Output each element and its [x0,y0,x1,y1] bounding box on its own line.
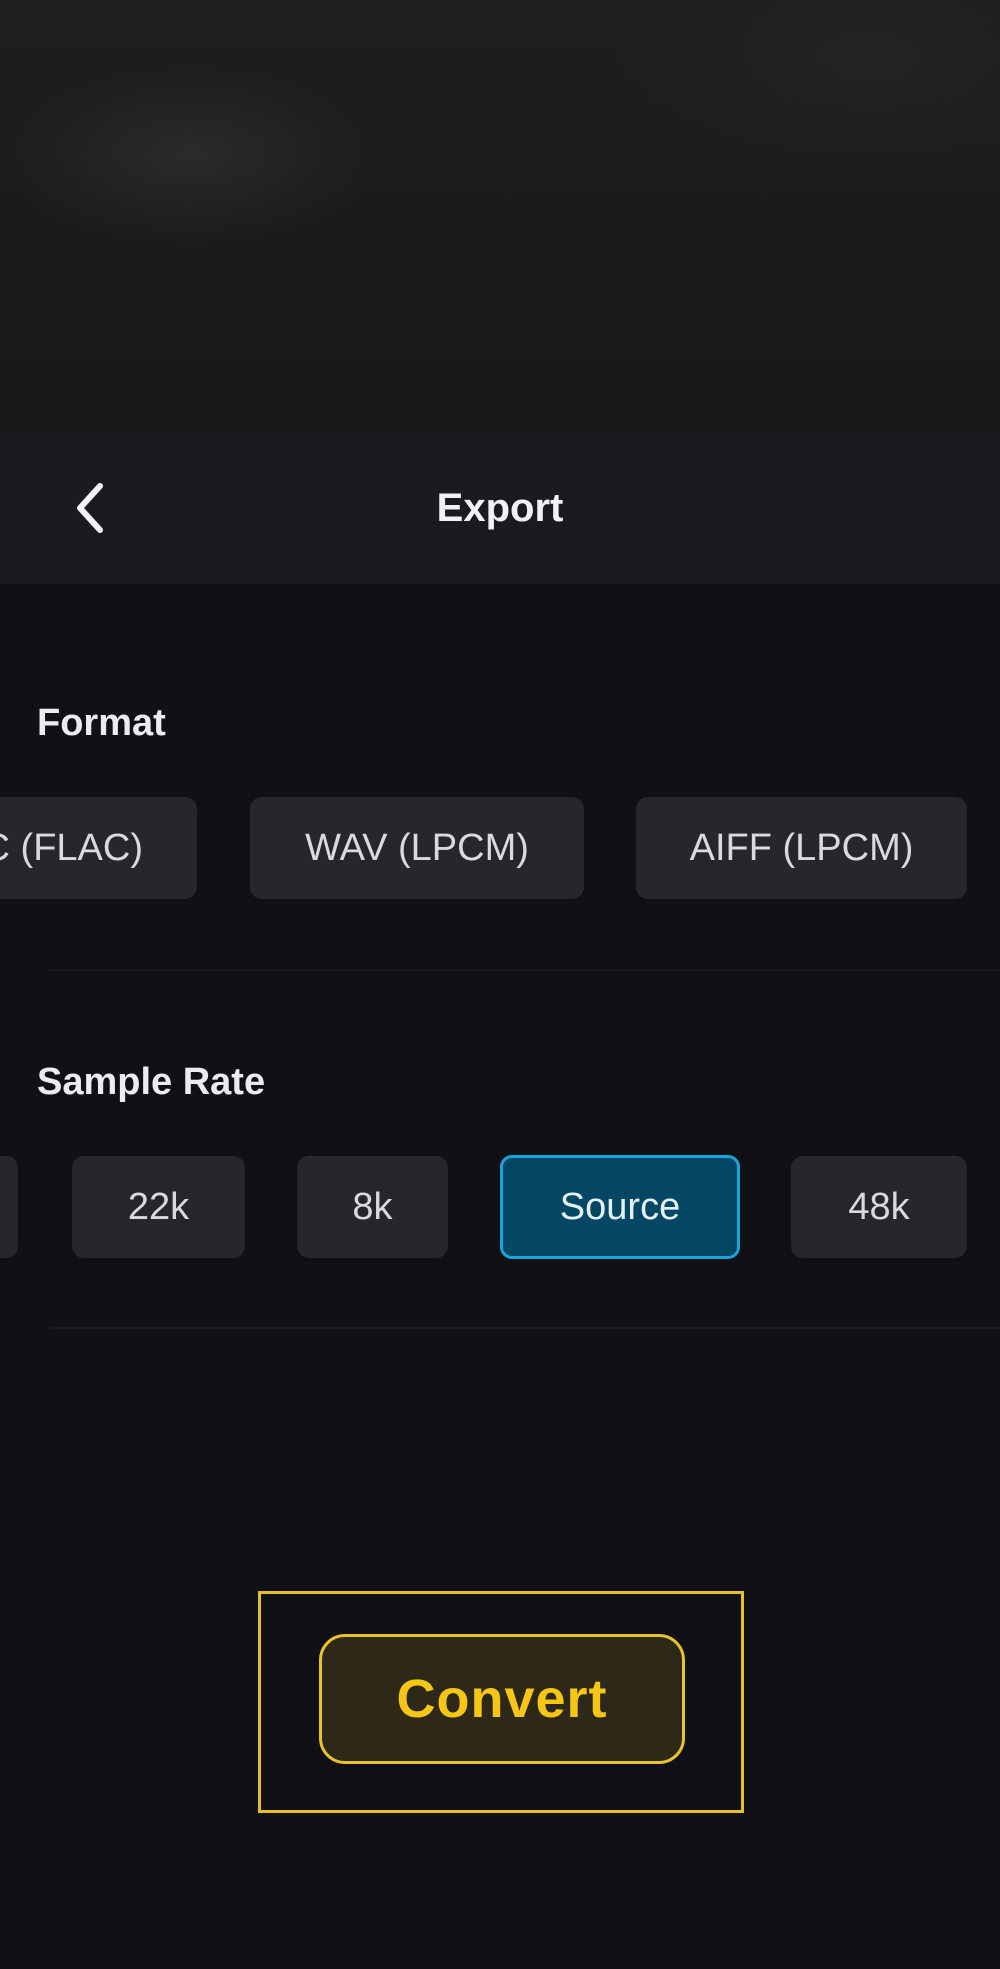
blurred-backdrop [0,0,1000,432]
format-option-wav-label: WAV (LPCM) [305,826,529,869]
sample-rate-option-22k-label: 22k [127,1185,190,1228]
format-label: Format [37,702,166,744]
format-divider [47,969,1000,971]
convert-button[interactable]: Convert [319,1634,685,1764]
format-option-aiff-label: AIFF (LPCM) [689,826,914,869]
sample-rate-option-source-label: Source [559,1185,681,1228]
export-screen: Export Format C (FLAC) WAV (LPCM) AIFF (… [0,0,1000,1969]
format-option-wav[interactable]: WAV (LPCM) [250,797,584,899]
sample-rate-option-8k-label: 8k [352,1185,393,1228]
back-button[interactable] [52,470,128,546]
sample-rate-option-source[interactable]: Source [500,1155,740,1259]
page-title: Export [436,486,564,530]
sample-rate-option-22k[interactable]: 22k [72,1156,245,1258]
sample-rate-label: Sample Rate [37,1061,266,1103]
chevron-left-icon [77,483,103,533]
convert-button-label: Convert [396,1669,608,1729]
format-option-aiff[interactable]: AIFF (LPCM) [636,797,967,899]
sample-rate-option-8k[interactable]: 8k [297,1156,448,1258]
format-option-flac-label: C (FLAC) [0,826,143,869]
export-header: Export [0,432,1000,584]
sample-rate-option-partial[interactable] [0,1156,18,1258]
sample-rate-divider [50,1327,1000,1329]
sample-rate-option-48k-label: 48k [848,1185,910,1228]
sample-rate-option-48k[interactable]: 48k [791,1156,967,1258]
format-option-flac[interactable]: C (FLAC) [0,797,197,899]
